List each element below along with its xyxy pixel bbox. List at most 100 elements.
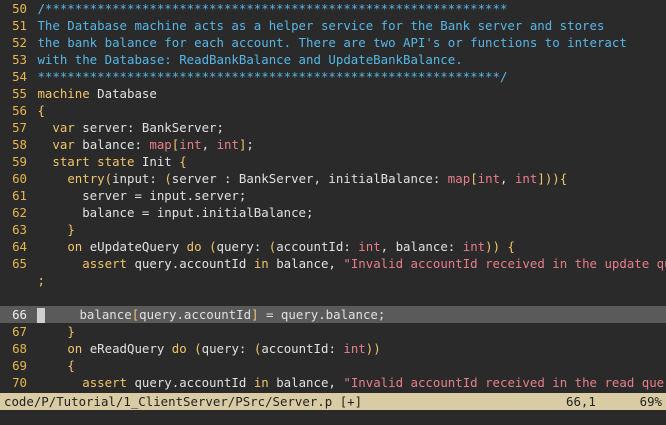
code-token: , [500,171,515,186]
line-number: 70 [12,375,27,390]
code-line[interactable]: 50 /************************************… [0,0,666,17]
editor-pane[interactable]: 50 /************************************… [0,0,666,407]
code-token: { [37,103,45,118]
code-token: ( [104,171,113,186]
code-token: )) [485,239,501,254]
code-token: assert [82,256,127,271]
line-number: 56 [12,103,27,118]
status-scroll-percent: 69% [639,394,662,409]
code-text: assert query.accountId in balance, "Inva… [30,256,666,271]
code-token: int [179,137,202,152]
code-text: start state Init { [30,154,186,169]
code-token: } [67,324,75,339]
code-token: ****************************************… [37,69,508,84]
code-token: server: BankServer; [74,120,224,135]
code-text: the bank balance for each account. There… [30,35,626,50]
code-token: int [343,341,366,356]
line-number: 55 [12,86,27,101]
code-line[interactable]: 54 *************************************… [0,68,666,85]
code-text: The Database machine acts as a helper se… [30,18,604,33]
code-line[interactable]: 55 machine Database [0,85,666,102]
code-token: machine [37,86,90,101]
line-number: 68 [12,341,27,356]
code-line[interactable]: 70 assert query.accountId in balance, "I… [0,374,666,391]
line-number: 52 [12,35,27,50]
code-text: /***************************************… [30,1,507,16]
code-token: input: [112,171,165,186]
code-text: on eUpdateQuery do (query: (accountId: i… [30,239,515,254]
code-text: { [30,103,45,118]
code-text: var balance: map[int, int]; [30,137,254,152]
code-token: in [253,256,269,271]
code-token: /***************************************… [37,1,508,16]
code-token: Database [89,86,157,101]
code-token: query.accountId [127,256,254,271]
code-line[interactable]: 61 server = input.server; [0,187,666,204]
code-token: server : BankServer, initialBalance: [171,171,448,186]
code-text: var server: BankServer; [30,120,224,135]
code-token: int [358,239,381,254]
code-token: on [67,239,83,254]
line-number: 67 [12,324,27,339]
code-line[interactable]: 58 var balance: map[int, int]; [0,136,666,153]
code-token: query: [201,341,254,356]
code-line[interactable] [0,289,666,306]
code-line-current[interactable]: 66 balance[query.accountId] = query.bala… [0,306,666,323]
line-number: 63 [12,222,27,237]
code-line[interactable]: 64 on eUpdateQuery do (query: (accountId… [0,238,666,255]
code-line[interactable]: 51 The Database machine acts as a helper… [0,17,666,34]
line-number: 64 [12,239,27,254]
code-line[interactable]: 56 { [0,102,666,119]
code-token: ( [209,239,217,254]
code-line[interactable]: 60 entry(input: (server : BankServer, in… [0,170,666,187]
code-line[interactable]: 67 } [0,323,666,340]
code-text: } [30,222,74,237]
line-number: 53 [12,52,27,67]
line-number: 60 [12,171,27,186]
code-token: map [447,171,471,186]
command-line[interactable] [0,410,666,425]
code-token: ( [164,171,172,186]
code-line[interactable]: ; [0,272,666,289]
code-line[interactable]: 63 } [0,221,666,238]
code-line[interactable]: 53 with the Database: ReadBankBalance an… [0,51,666,68]
code-line[interactable]: 69 { [0,357,666,374]
code-text: assert query.accountId in balance, "Inva… [30,375,666,390]
line-number: 65 [12,256,27,271]
code-token: var [52,120,75,135]
code-line[interactable]: 68 on eReadQuery do (query: (accountId: … [0,340,666,357]
code-text: on eReadQuery do (query: (accountId: int… [30,341,381,356]
code-token: var [52,137,75,152]
status-cursor-position: 66,1 [566,394,596,409]
code-token: accountId: [276,239,359,254]
line-number: 58 [12,137,27,152]
line-number: 69 [12,358,27,373]
code-token: in [253,375,269,390]
code-line[interactable]: 62 balance = input.initialBalance; [0,204,666,221]
line-number: 59 [12,154,27,169]
code-token: )) [365,341,381,356]
code-token: Init [134,154,180,169]
code-token: , [201,137,217,152]
code-line[interactable]: 65 assert query.accountId in balance, "I… [0,255,666,272]
code-line[interactable]: 52 the bank balance for each account. Th… [0,34,666,51]
code-line[interactable]: 57 var server: BankServer; [0,119,666,136]
code-token: ])) [537,171,560,186]
code-token: assert [82,375,127,390]
code-line[interactable]: 59 start state Init { [0,153,666,170]
code-text: ****************************************… [30,69,507,84]
code-token: "Invalid accountId received in the read … [343,375,666,390]
code-token: with the Database: ReadBankBalance and U… [37,52,463,67]
code-token: { [559,171,568,186]
code-token: "Invalid accountId received in the updat… [343,256,666,271]
code-token: query.accountId [127,375,254,390]
code-token: eUpdateQuery [82,239,187,254]
code-token: query.accountId [139,307,252,322]
